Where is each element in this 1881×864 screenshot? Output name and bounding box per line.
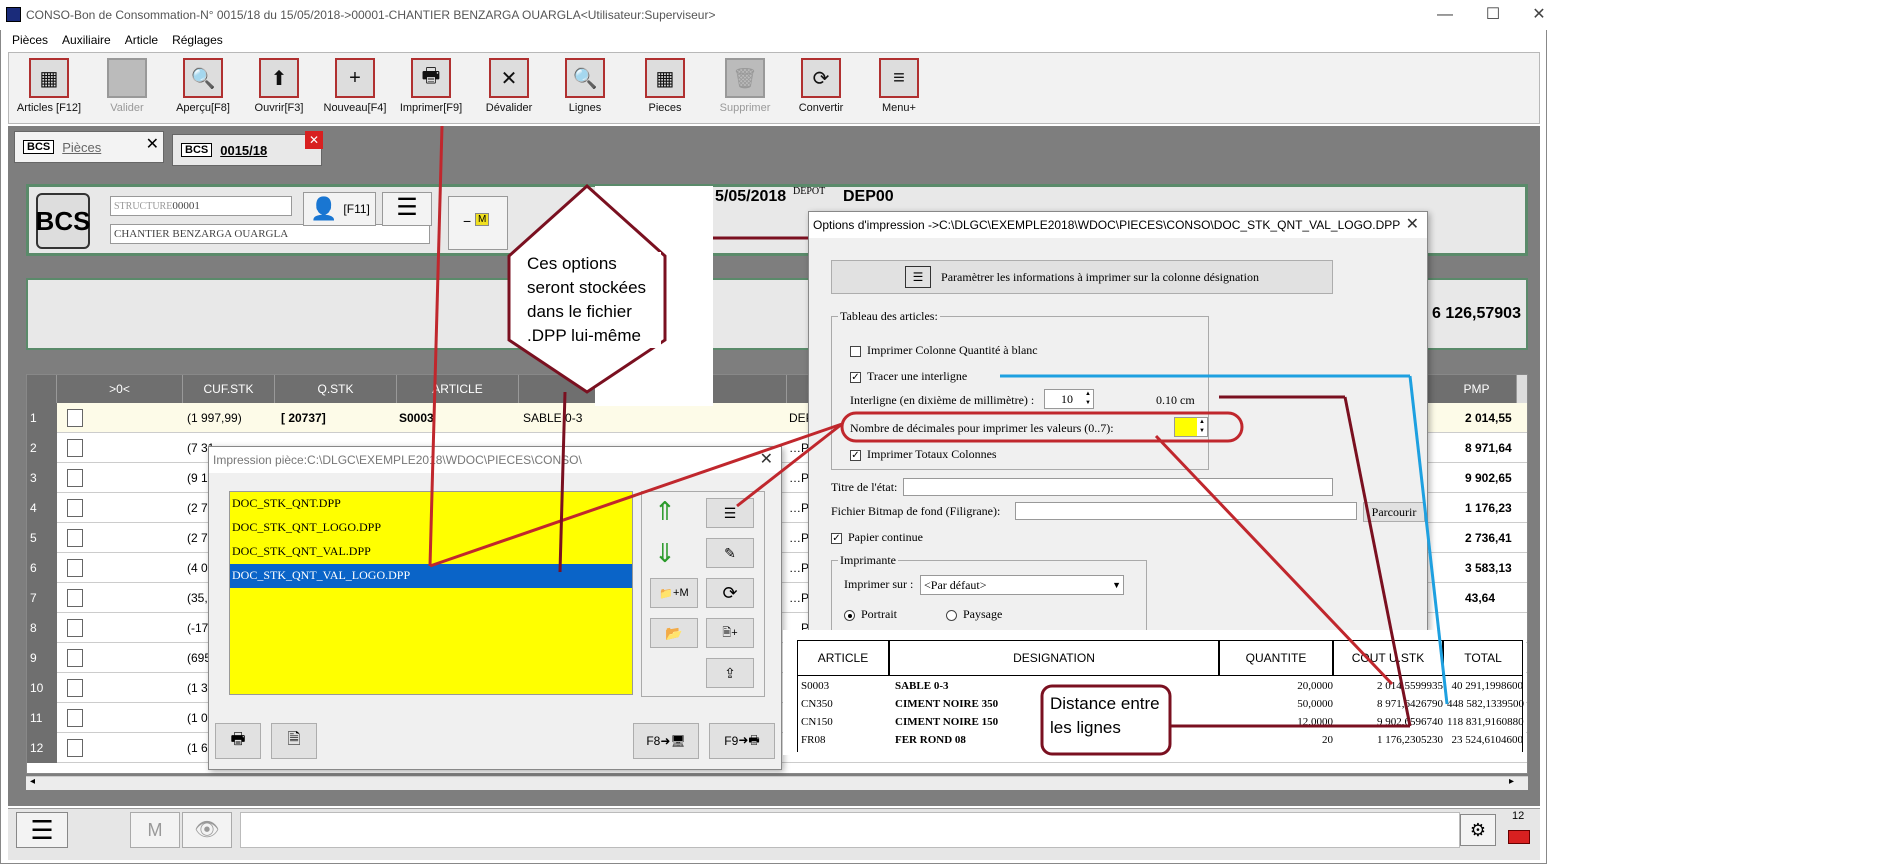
arrow-line [429,422,843,568]
dpp-callout-text: Ces options seront stockées dans le fich… [527,252,661,348]
blue-arrow-line [1408,375,1449,705]
annotation-overlay [428,125,1449,756]
arrow-line [1343,396,1412,727]
arrow-line [736,422,843,508]
arrow-line [558,391,567,573]
highlight-ellipse [840,411,1244,443]
lines-callout-text: Distance entre les lignes [1050,694,1160,737]
arrow-line [1154,434,1394,686]
arrow-line [428,125,444,567]
